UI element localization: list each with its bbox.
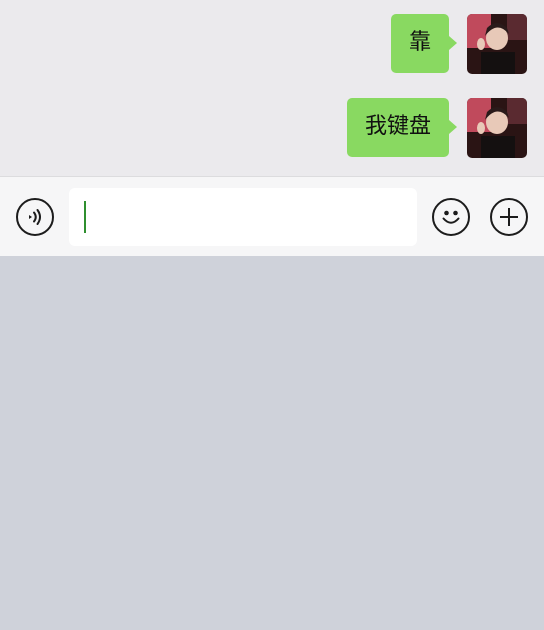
- plus-icon: [500, 208, 518, 226]
- avatar[interactable]: [467, 14, 527, 74]
- voice-icon: [29, 209, 41, 225]
- emoji-icon: [442, 210, 460, 224]
- emoji-button[interactable]: [432, 198, 470, 236]
- message-bubble[interactable]: 靠: [390, 14, 458, 73]
- message-bubble[interactable]: 我键盘: [346, 98, 458, 157]
- avatar[interactable]: [467, 98, 527, 158]
- voice-button[interactable]: [16, 198, 54, 236]
- chat-area: 靠 我键盘: [0, 0, 544, 176]
- message-row: 靠: [390, 14, 527, 74]
- text-caret: [84, 201, 86, 233]
- keyboard-area: [0, 256, 544, 630]
- input-bar: [0, 176, 544, 256]
- more-button[interactable]: [490, 198, 528, 236]
- message-input[interactable]: [69, 188, 417, 246]
- message-row: 我键盘: [346, 98, 527, 158]
